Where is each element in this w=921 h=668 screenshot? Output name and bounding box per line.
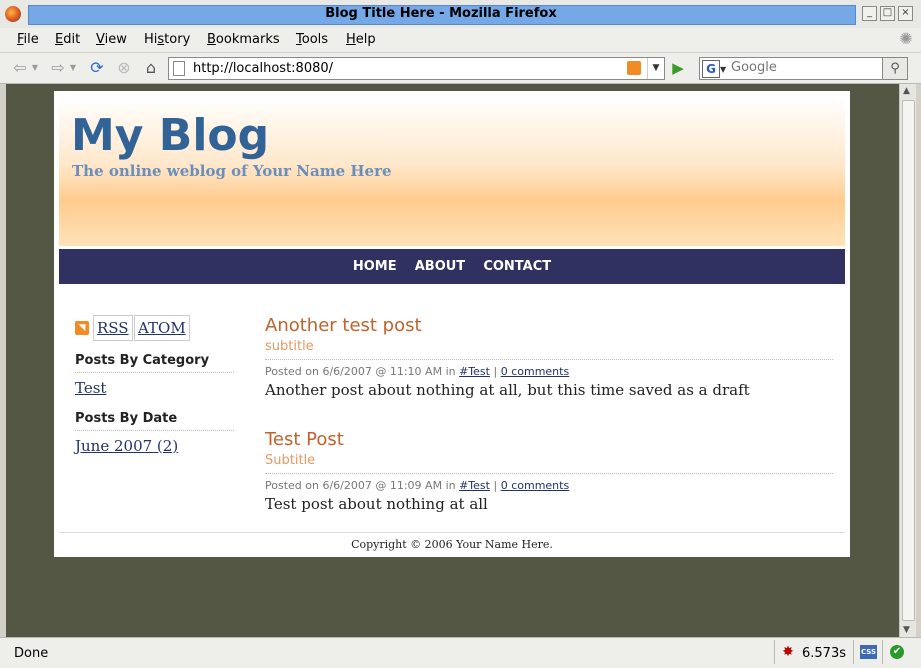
back-icon[interactable]: ⇦ [10,58,30,78]
post-title[interactable]: Another test post [265,315,833,337]
post-comments-link[interactable]: 0 comments [501,479,570,492]
post-body: Test post about nothing at all [265,495,488,513]
menu-bookmarks[interactable]: Bookmarks [207,32,280,47]
date-link-june-2007[interactable]: June 2007 (2) [75,437,235,455]
post-title[interactable]: Test Post [265,429,833,451]
rss-feed-icon[interactable] [627,61,641,75]
google-engine-icon[interactable]: G [702,60,720,78]
validator-ok-icon[interactable]: ✔ [890,645,904,659]
vertical-scrollbar[interactable]: ▲ ▼ [899,84,916,637]
go-icon[interactable]: ▶ [668,58,688,78]
post-meta-text: Posted on 6/6/2007 @ 11:10 AM in [265,365,456,378]
menu-history[interactable]: History [144,32,190,47]
blog-footer: Copyright © 2006 Your Name Here. [59,532,845,557]
search-input[interactable] [731,59,879,76]
post-meta: Posted on 6/6/2007 @ 11:10 AM in #Test |… [265,365,833,378]
back-history-dropdown-icon[interactable]: ▼ [30,58,40,78]
menu-edit[interactable]: Edit [55,32,80,47]
search-go-icon[interactable]: ⚲ [882,57,908,80]
search-box[interactable]: G ▼ [699,57,883,80]
post: Another test post subtitle Posted on 6/6… [265,315,833,399]
category-heading: Posts By Category [75,353,234,373]
nav-about[interactable]: ABOUT [415,249,465,284]
stop-icon[interactable]: ⊗ [114,58,134,78]
status-text: Done [14,646,49,661]
post-tag-link[interactable]: #Test [459,479,490,492]
meta-separator: | [493,365,498,378]
rss-link[interactable]: RSS [93,315,133,341]
status-divider [774,640,775,664]
browser-viewport: My Blog The online weblog of Your Name H… [6,84,899,637]
feed-icon: ◥ [75,321,89,335]
blog-title: My Blog [71,110,270,161]
status-divider [853,640,854,664]
forward-icon[interactable]: ⇨ [48,58,68,78]
post-tag-link[interactable]: #Test [459,365,490,378]
status-bar: Done ✸ 6.573s CSS ✔ [0,637,921,668]
navigation-toolbar: ⇦ ▼ ⇨ ▼ ⟳ ⊗ ⌂ http://localhost:8080/ ▼ ▶… [0,53,921,84]
date-heading: Posts By Date [75,411,234,431]
firebug-icon[interactable]: ✸ [780,643,796,661]
sidebar: ◥ RSS ATOM Posts By Category Test Posts … [75,315,235,455]
css-icon[interactable]: CSS [860,645,877,659]
post-subtitle: Subtitle [265,453,833,474]
atom-link[interactable]: ATOM [134,315,190,341]
throbber-icon: ✺ [899,29,913,48]
post-comments-link[interactable]: 0 comments [501,365,570,378]
url-dropdown-icon[interactable]: ▼ [647,58,664,79]
firefox-icon [5,6,21,22]
close-icon[interactable]: × [898,6,913,21]
post: Test Post Subtitle Posted on 6/6/2007 @ … [265,429,833,513]
category-link-test[interactable]: Test [75,379,235,397]
url-text[interactable]: http://localhost:8080/ [193,61,333,76]
blog-subtitle: The online weblog of Your Name Here [72,162,392,180]
blog-nav: HOME ABOUT CONTACT [59,249,845,284]
post-list: Another test post subtitle Posted on 6/6… [265,315,833,543]
home-icon[interactable]: ⌂ [141,58,161,78]
reload-icon[interactable]: ⟳ [87,58,107,78]
window-title: Blog Title Here - Mozilla Firefox [325,6,557,21]
minimize-icon[interactable]: _ [862,6,877,21]
url-bar[interactable]: http://localhost:8080/ ▼ [168,57,665,80]
nav-home[interactable]: HOME [353,249,397,284]
meta-separator: | [493,479,498,492]
menu-help[interactable]: Help [346,32,376,47]
menu-view[interactable]: View [96,32,127,47]
menu-file[interactable]: File [17,32,39,47]
post-meta: Posted on 6/6/2007 @ 11:09 AM in #Test |… [265,479,833,492]
scroll-down-icon[interactable]: ▼ [903,625,910,635]
nav-contact[interactable]: CONTACT [483,249,551,284]
post-body: Another post about nothing at all, but t… [265,381,750,399]
menu-tools[interactable]: Tools [296,32,328,47]
post-subtitle: subtitle [265,339,833,360]
page-icon [173,61,185,76]
window-title-bar[interactable]: Blog Title Here - Mozilla Firefox _ □ × [0,0,921,29]
blog-header: My Blog The online weblog of Your Name H… [59,96,845,246]
scroll-thumb[interactable] [902,100,915,621]
maximize-icon[interactable]: □ [880,6,895,21]
status-divider [882,640,883,664]
load-time: 6.573s [802,646,846,661]
scroll-up-icon[interactable]: ▲ [903,86,910,96]
feed-links: ◥ RSS ATOM [75,315,235,341]
forward-history-dropdown-icon[interactable]: ▼ [68,58,78,78]
menu-bar: File Edit View History Bookmarks Tools H… [0,28,921,53]
post-meta-text: Posted on 6/6/2007 @ 11:09 AM in [265,479,456,492]
blog-page: My Blog The online weblog of Your Name H… [54,91,850,557]
engine-dropdown-icon[interactable]: ▼ [720,65,726,74]
